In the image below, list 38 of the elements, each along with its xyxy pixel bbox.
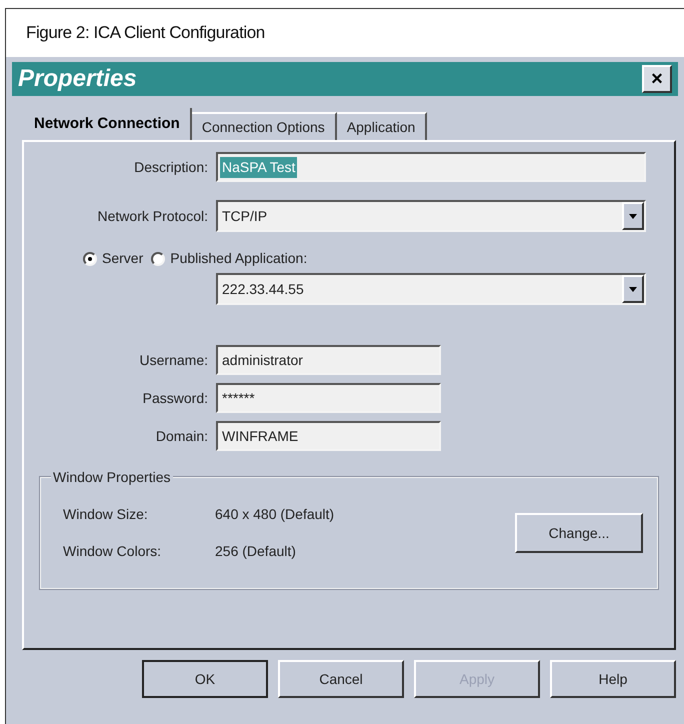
tab[interactable]: Network Connection — [24, 108, 192, 140]
radio-label: Published Application: — [170, 249, 308, 268]
server-value: 222.33.44.55 — [221, 280, 305, 298]
input-field[interactable]: administrator — [216, 345, 441, 375]
dialog-button[interactable]: Help — [550, 660, 676, 698]
field-value: NaSPA Test — [220, 156, 298, 178]
property-label: Window Colors: — [63, 542, 162, 561]
input-field[interactable]: ****** — [216, 383, 441, 413]
field-value: administrator — [222, 350, 303, 370]
field-value: WINFRAME — [222, 426, 298, 446]
field-value: ****** — [222, 388, 255, 408]
field-label: Username: — [138, 350, 208, 370]
radio-label: Server — [102, 249, 144, 268]
radio-button[interactable] — [151, 252, 166, 266]
change-button[interactable]: Change... — [515, 513, 643, 553]
dialog-button[interactable]: Cancel — [278, 660, 404, 698]
property-label: Window Size: — [63, 505, 149, 524]
radio-button[interactable] — [83, 252, 97, 266]
protocol-value: TCP/IP — [221, 206, 268, 226]
window-title: Properties — [18, 64, 137, 94]
dropdown-field[interactable]: TCP/IP — [216, 200, 646, 232]
caret-icon — [629, 214, 637, 218]
field-label: Password: — [142, 388, 208, 408]
field-label: Domain: — [154, 426, 208, 446]
tab[interactable]: Connection Options — [192, 112, 337, 140]
description-label: Description: — [133, 158, 208, 177]
protocol-label: Network Protocol: — [96, 206, 208, 226]
dialog-button[interactable]: OK — [142, 660, 268, 698]
dropdown-field[interactable]: 222.33.44.55 — [216, 273, 646, 305]
property-value: 256 (Default) — [215, 542, 296, 561]
property-value: 640 x 480 (Default) — [215, 505, 334, 524]
tab[interactable]: Application — [336, 112, 428, 140]
input-field[interactable]: WINFRAME — [216, 421, 441, 451]
dropdown-button[interactable] — [622, 275, 644, 303]
figure-caption: Figure 2: ICA Client Configuration — [26, 22, 265, 44]
dropdown-button[interactable] — [622, 202, 644, 230]
caret-icon — [629, 286, 637, 292]
close-button[interactable]: × — [642, 65, 672, 93]
